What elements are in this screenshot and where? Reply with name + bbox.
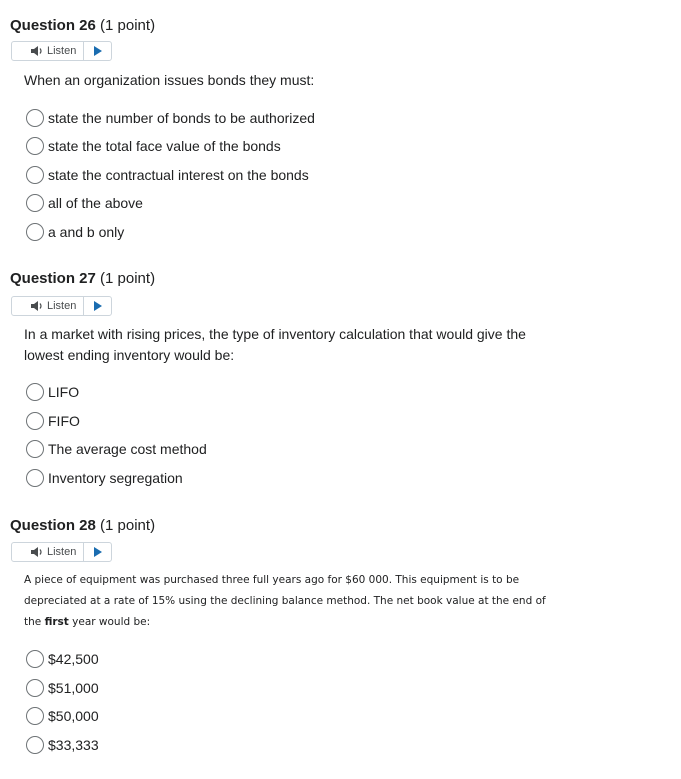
question-title: Question 26 (1 point) xyxy=(10,17,155,34)
play-icon xyxy=(93,547,102,557)
play-icon xyxy=(93,46,102,56)
question-text-line: In a market with rising prices, the type… xyxy=(24,326,526,342)
question-title: Question 27 (1 point) xyxy=(10,270,155,287)
question-text: A piece of equipment was purchased three… xyxy=(24,570,546,633)
play-button[interactable] xyxy=(84,297,111,315)
answer-option[interactable]: $51,000 xyxy=(26,678,99,698)
answer-option[interactable]: FIFO xyxy=(26,411,80,431)
option-label: LIFO xyxy=(48,384,80,400)
answer-option[interactable]: $42,500 xyxy=(26,649,99,669)
answer-option[interactable]: state the total face value of the bonds xyxy=(26,136,281,156)
answer-option[interactable]: all of the above xyxy=(26,193,143,213)
radio-button[interactable] xyxy=(26,469,44,487)
question-text: When an organization issues bonds they m… xyxy=(24,70,314,91)
option-label: state the number of bonds to be authoriz… xyxy=(48,110,315,126)
listen-button[interactable]: Listen xyxy=(12,42,84,60)
radio-button[interactable] xyxy=(26,194,44,212)
listen-label: Listen xyxy=(47,45,77,57)
question-text-fragment: year would be: xyxy=(68,616,151,628)
question-text-line: the first year would be: xyxy=(24,612,546,633)
option-label: The average cost method xyxy=(48,441,207,457)
option-label: state the contractual interest on the bo… xyxy=(48,167,309,183)
play-icon xyxy=(93,301,102,311)
answer-option[interactable]: state the contractual interest on the bo… xyxy=(26,165,309,185)
radio-button[interactable] xyxy=(26,137,44,155)
listen-control: Listen xyxy=(11,41,112,61)
listen-control: Listen xyxy=(11,296,112,316)
question-number: Question 28 xyxy=(10,517,96,534)
question-text-line: lowest ending inventory would be: xyxy=(24,347,235,363)
option-label: Inventory segregation xyxy=(48,470,183,486)
answer-option[interactable]: state the number of bonds to be authoriz… xyxy=(26,108,315,128)
question-text-line: When an organization issues bonds they m… xyxy=(24,72,315,88)
question-points: (1 point) xyxy=(100,517,156,534)
answer-option[interactable]: LIFO xyxy=(26,382,79,402)
question-text-fragment: the xyxy=(24,616,45,628)
question-text-bold: first xyxy=(44,616,69,628)
radio-button[interactable] xyxy=(26,679,44,697)
option-label: $51,000 xyxy=(48,680,99,696)
listen-label: Listen xyxy=(47,300,77,312)
answer-option[interactable]: $33,333 xyxy=(26,735,99,755)
answer-option[interactable]: $50,000 xyxy=(26,706,99,726)
play-button[interactable] xyxy=(84,543,111,561)
speaker-icon xyxy=(31,547,42,557)
radio-button[interactable] xyxy=(26,440,44,458)
radio-button[interactable] xyxy=(26,736,44,754)
option-label: all of the above xyxy=(48,195,143,211)
option-label: $50,000 xyxy=(48,708,99,724)
option-label: state the total face value of the bonds xyxy=(48,138,281,154)
answer-option[interactable]: The average cost method xyxy=(26,439,207,459)
radio-button[interactable] xyxy=(26,707,44,725)
question-text: In a market with rising prices, the type… xyxy=(24,324,526,366)
option-label: $42,500 xyxy=(48,651,99,667)
listen-button[interactable]: Listen xyxy=(12,297,84,315)
radio-button[interactable] xyxy=(26,223,44,241)
listen-button[interactable]: Listen xyxy=(12,543,84,561)
question-points: (1 point) xyxy=(100,270,156,287)
option-label: $33,333 xyxy=(48,737,99,753)
question-title: Question 28 (1 point) xyxy=(10,517,155,534)
option-label: FIFO xyxy=(48,413,80,429)
listen-control: Listen xyxy=(11,542,112,562)
listen-label: Listen xyxy=(47,546,77,558)
question-points: (1 point) xyxy=(100,17,156,34)
question-text-line: A piece of equipment was purchased three… xyxy=(24,574,520,586)
question-number: Question 27 xyxy=(10,270,96,287)
question-text-line: depreciated at a rate of 15% using the d… xyxy=(24,595,546,607)
answer-option[interactable]: Inventory segregation xyxy=(26,468,183,488)
radio-button[interactable] xyxy=(26,383,44,401)
question-number: Question 26 xyxy=(10,17,96,34)
speaker-icon xyxy=(31,301,42,311)
radio-button[interactable] xyxy=(26,650,44,668)
option-label: a and b only xyxy=(48,224,125,240)
radio-button[interactable] xyxy=(26,109,44,127)
radio-button[interactable] xyxy=(26,412,44,430)
answer-option[interactable]: a and b only xyxy=(26,222,124,242)
radio-button[interactable] xyxy=(26,166,44,184)
speaker-icon xyxy=(31,46,42,56)
play-button[interactable] xyxy=(84,42,111,60)
